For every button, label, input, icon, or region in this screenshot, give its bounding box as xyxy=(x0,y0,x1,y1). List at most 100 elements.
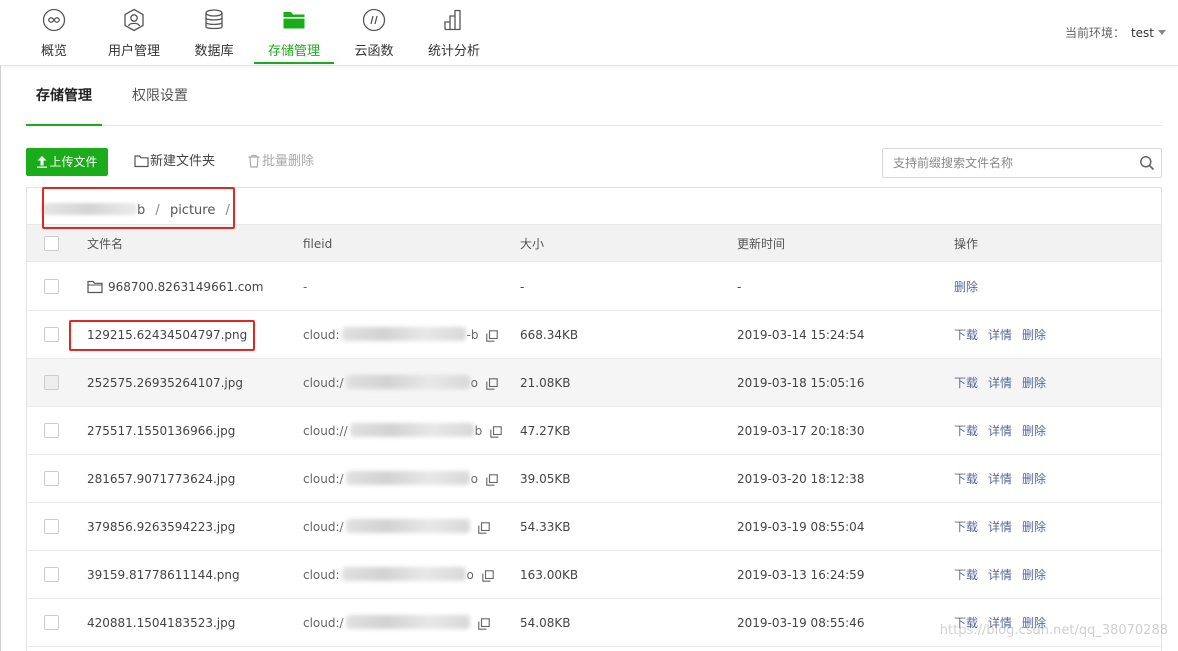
copy-icon[interactable] xyxy=(486,330,499,342)
new-folder-label: 新建文件夹 xyxy=(150,154,216,169)
upload-file-button[interactable]: 上传文件 xyxy=(26,148,108,176)
file-update-time: 2019-03-18 15:05:16 xyxy=(737,376,865,390)
details-link[interactable]: 详情 xyxy=(988,376,1012,390)
file-name[interactable]: 252575.26935264107.jpg xyxy=(87,359,243,407)
copy-icon[interactable] xyxy=(490,426,502,438)
nav-item-storage-management[interactable]: 存储管理 xyxy=(254,0,334,64)
file-size: 39.05KB xyxy=(520,472,571,486)
search-box[interactable] xyxy=(882,148,1162,178)
table-row[interactable]: 968700.8263149661.com - - - 删除 xyxy=(27,263,1161,311)
file-name[interactable]: 968700.8263149661.com xyxy=(87,263,263,311)
select-all-checkbox[interactable] xyxy=(44,236,59,251)
copy-icon[interactable] xyxy=(478,522,491,534)
file-size: 163.00KB xyxy=(520,568,579,582)
table-row[interactable]: 281657.9071773624.jpg cloud:/ o 39.05KB 2… xyxy=(27,455,1161,503)
delete-link[interactable]: 删除 xyxy=(1022,568,1046,582)
file-id-prefix: cloud:/ xyxy=(303,520,344,534)
new-folder-button[interactable]: 新建文件夹 xyxy=(134,148,215,176)
download-link[interactable]: 下载 xyxy=(954,376,978,390)
breadcrumb-root-suffix[interactable]: b xyxy=(137,203,145,218)
details-link[interactable]: 详情 xyxy=(988,328,1012,342)
row-operations: 下载 详情 删除 xyxy=(954,407,1056,455)
header-filename[interactable]: 文件名 xyxy=(87,225,123,263)
file-name[interactable]: 420881.1504183523.jpg xyxy=(87,599,235,647)
environment-label: 当前环境： xyxy=(1064,26,1125,40)
row-checkbox[interactable] xyxy=(44,327,59,342)
tab-permission-settings[interactable]: 权限设置 xyxy=(132,72,192,126)
breadcrumb: b / picture / xyxy=(27,188,1161,224)
nav-item-cloud-function[interactable]: 云函数 xyxy=(348,0,400,66)
file-size: 47.27KB xyxy=(520,424,571,438)
download-link[interactable]: 下载 xyxy=(954,568,978,582)
file-list-panel: b / picture / 文件名 fileid 大小 更新时间 操作 9687… xyxy=(26,187,1162,651)
row-operations: 下载 详情 删除 xyxy=(954,359,1056,407)
file-name[interactable]: 39159.81778611144.png xyxy=(87,551,240,599)
upload-file-label: 上传文件 xyxy=(49,155,98,169)
environment-selector[interactable]: 当前环境： test xyxy=(1065,24,1166,41)
nav-item-user-management[interactable]: 用户管理 xyxy=(102,0,166,66)
row-checkbox[interactable] xyxy=(44,279,59,294)
download-link[interactable]: 下载 xyxy=(954,472,978,486)
download-link[interactable]: 下载 xyxy=(954,328,978,342)
details-link[interactable]: 详情 xyxy=(988,472,1012,486)
table-header: 文件名 fileid 大小 更新时间 操作 xyxy=(27,224,1161,262)
tab-storage-management[interactable]: 存储管理 xyxy=(26,72,102,126)
row-operations: 下载 详情 删除 xyxy=(954,551,1056,599)
delete-link[interactable]: 删除 xyxy=(1022,424,1046,438)
copy-icon[interactable] xyxy=(478,618,491,630)
header-size[interactable]: 大小 xyxy=(520,225,544,263)
file-id-suffix: -b xyxy=(466,328,479,342)
row-checkbox[interactable] xyxy=(44,471,59,486)
delete-link[interactable]: 删除 xyxy=(1022,520,1046,534)
copy-icon[interactable] xyxy=(481,570,494,582)
delete-link[interactable]: 删除 xyxy=(1022,472,1046,486)
file-id-prefix: cloud: xyxy=(303,568,340,582)
file-name[interactable]: 129215.62434504797.png xyxy=(87,311,247,359)
file-size: 54.08KB xyxy=(520,616,571,630)
details-link[interactable]: 详情 xyxy=(988,568,1012,582)
row-checkbox[interactable] xyxy=(44,423,59,438)
file-name[interactable]: 275517.1550136966.jpg xyxy=(87,407,235,455)
search-input[interactable] xyxy=(883,149,1131,177)
file-id: cloud: o xyxy=(303,551,494,599)
download-link[interactable]: 下载 xyxy=(954,520,978,534)
copy-icon[interactable] xyxy=(486,378,498,390)
header-update-time[interactable]: 更新时间 xyxy=(737,225,785,263)
user-icon xyxy=(124,8,144,32)
table-row[interactable]: 129215.62434504797.png cloud: -b 668.34KB… xyxy=(27,311,1161,359)
details-link[interactable]: 详情 xyxy=(988,424,1012,438)
row-checkbox[interactable] xyxy=(44,615,59,630)
table-row[interactable]: 379856.9263594223.jpg cloud:/ 54.33KB 20… xyxy=(27,503,1161,551)
database-icon xyxy=(205,9,223,30)
search-icon[interactable] xyxy=(1139,155,1155,171)
file-id: cloud:// b xyxy=(303,407,502,455)
file-name[interactable]: 281657.9071773624.jpg xyxy=(87,455,235,503)
chevron-down-icon xyxy=(1158,30,1166,35)
table-row[interactable]: 39159.81778611144.png cloud: o 163.00KB 2… xyxy=(27,551,1161,599)
delete-link[interactable]: 删除 xyxy=(954,280,978,294)
batch-delete-button[interactable]: 批量删除 xyxy=(247,148,314,176)
file-update-time: 2019-03-17 20:18:30 xyxy=(737,424,865,438)
breadcrumb-separator: / xyxy=(155,203,160,218)
file-id-suffix: o xyxy=(470,472,478,486)
row-checkbox[interactable] xyxy=(44,567,59,582)
file-name[interactable]: 379856.9263594223.jpg xyxy=(87,503,235,551)
nav-item-statistics[interactable]: 统计分析 xyxy=(422,0,486,66)
download-link[interactable]: 下载 xyxy=(954,424,978,438)
row-checkbox[interactable] xyxy=(44,519,59,534)
details-link[interactable]: 详情 xyxy=(988,520,1012,534)
nav-item-overview[interactable]: 概览 xyxy=(24,0,84,66)
header-fileid: fileid xyxy=(303,237,333,251)
table-row[interactable]: 252575.26935264107.jpg cloud:/o 21.08KB … xyxy=(27,359,1161,407)
table-row[interactable]: 275517.1550136966.jpg cloud://b 47.27KB … xyxy=(27,407,1161,455)
copy-icon[interactable] xyxy=(486,474,498,486)
delete-link[interactable]: 删除 xyxy=(1022,376,1046,390)
nav-item-database[interactable]: 数据库 xyxy=(188,0,240,66)
delete-link[interactable]: 删除 xyxy=(1022,328,1046,342)
file-update-time: 2019-03-13 16:24:59 xyxy=(737,568,865,582)
redacted-file-id xyxy=(345,375,470,389)
row-checkbox[interactable] xyxy=(44,375,59,390)
breadcrumb-folder[interactable]: picture xyxy=(170,203,215,218)
file-size: 21.08KB xyxy=(520,376,571,390)
toolbar: 上传文件 新建文件夹 批量删除 xyxy=(26,148,1162,178)
